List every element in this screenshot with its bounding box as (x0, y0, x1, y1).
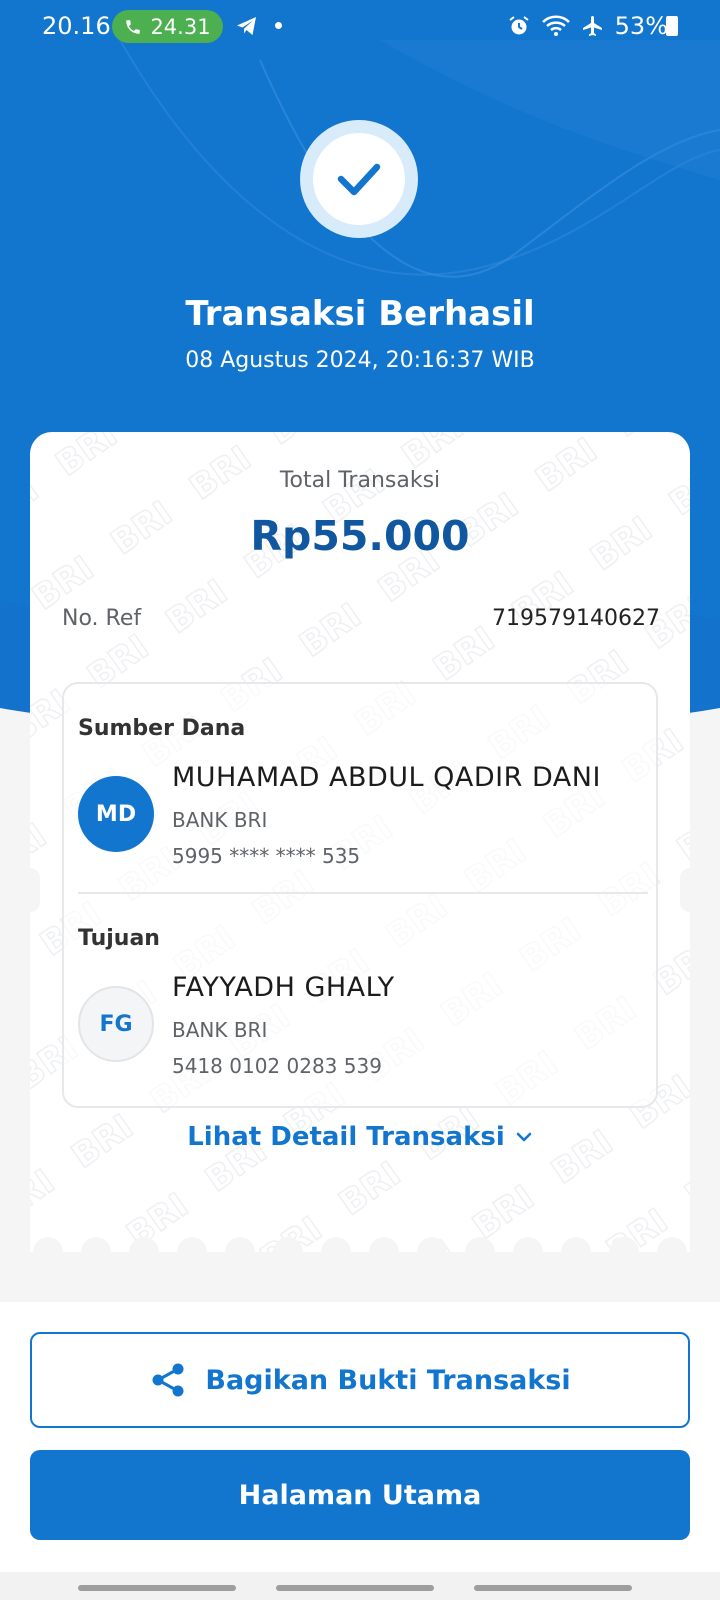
receipt-card: BRI Total Transaksi Rp55.000 No. Ref 719… (30, 432, 690, 1252)
receipt-notch-right (680, 868, 700, 912)
ongoing-call-badge[interactable]: 24.31 (112, 10, 223, 43)
airplane-icon (582, 16, 602, 36)
transaction-success-screen: 20.16 24.31 53% Transaksi Berhasil 08 Ag… (0, 0, 720, 1600)
destination-section-title: Tujuan (78, 926, 160, 951)
home-button-label: Halaman Utama (238, 1479, 482, 1511)
battery-icon (666, 16, 678, 36)
home-button[interactable]: Halaman Utama (30, 1450, 690, 1540)
share-button-label: Bagikan Bukti Transaksi (205, 1364, 571, 1396)
source-name: MUHAMAD ABDUL QADIR DANI (172, 762, 601, 793)
view-detail-label: Lihat Detail Transaksi (187, 1122, 505, 1152)
source-account: 5995 **** **** 535 (172, 844, 361, 868)
receipt-notch-left (20, 868, 40, 912)
view-detail-link[interactable]: Lihat Detail Transaksi (30, 1122, 690, 1152)
battery-percent: 53% (614, 12, 668, 40)
transaction-datetime: 08 Agustus 2024, 20:16:37 WIB (185, 348, 535, 373)
destination-name: FAYYADH GHALY (172, 972, 395, 1003)
destination-account: 5418 0102 0283 539 (172, 1054, 382, 1078)
destination-avatar: FG (78, 986, 154, 1062)
call-duration: 24.31 (150, 14, 211, 39)
chevron-down-icon (516, 1132, 532, 1142)
nav-home-button[interactable] (276, 1585, 434, 1591)
check-icon (337, 163, 381, 196)
total-amount: Rp55.000 (250, 512, 470, 560)
status-time: 20.16 (42, 12, 111, 40)
receipt-scalloped-edge (30, 1232, 690, 1256)
total-label: Total Transaksi (279, 468, 441, 493)
source-avatar: MD (78, 776, 154, 852)
parties-box: Sumber Dana MD MUHAMAD ABDUL QADIR DANI … (62, 682, 658, 1108)
nav-recents-button[interactable] (78, 1585, 236, 1591)
status-icons: 53% (507, 12, 668, 40)
phone-icon (126, 19, 141, 34)
wifi-icon (541, 15, 570, 36)
source-bank: BANK BRI (172, 808, 268, 832)
telegram-icon (237, 17, 256, 35)
share-receipt-button[interactable]: Bagikan Bukti Transaksi (30, 1332, 690, 1428)
page-title: Transaksi Berhasil (185, 294, 535, 334)
alarm-icon (509, 16, 529, 35)
source-section-title: Sumber Dana (78, 716, 246, 741)
success-badge (300, 120, 418, 238)
ref-number: 719579140627 (492, 606, 660, 631)
status-bar: 20.16 24.31 53% (0, 0, 720, 52)
nav-back-button[interactable] (474, 1585, 632, 1591)
ref-label: No. Ref (62, 606, 142, 631)
notification-dot (275, 22, 282, 29)
share-icon (152, 1363, 184, 1397)
divider (78, 892, 648, 894)
destination-bank: BANK BRI (172, 1018, 268, 1042)
